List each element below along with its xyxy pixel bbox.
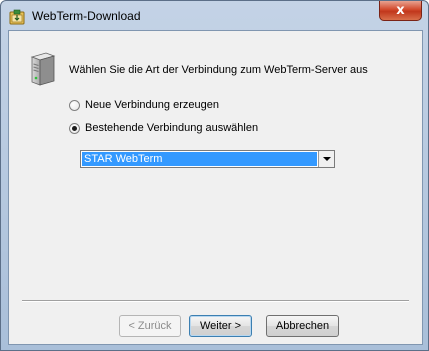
- back-button[interactable]: < Zurück: [119, 315, 181, 337]
- radio-button[interactable]: [69, 100, 80, 111]
- title-bar[interactable]: WebTerm-Download x: [1, 1, 428, 31]
- separator: [22, 300, 409, 302]
- dialog-body: Wählen Sie die Art der Verbindung zum We…: [8, 30, 423, 345]
- close-icon: x: [396, 3, 405, 18]
- cancel-button[interactable]: Abbrechen: [266, 315, 339, 337]
- connection-dropdown[interactable]: STAR WebTerm: [80, 150, 335, 168]
- instruction-text: Wählen Sie die Art der Verbindung zum We…: [69, 64, 368, 76]
- radio-button-selected[interactable]: [69, 123, 80, 134]
- server-icon: [30, 52, 56, 86]
- next-button[interactable]: Weiter >: [189, 315, 252, 337]
- app-download-icon: [9, 9, 25, 25]
- chevron-down-icon: [323, 157, 331, 161]
- radio-label-existing-connection: Bestehende Verbindung auswählen: [85, 122, 259, 134]
- dialog-window: WebTerm-Download x Wählen Sie die Art de…: [0, 0, 429, 351]
- radio-label-new-connection: Neue Verbindung erzeugen: [85, 99, 219, 111]
- radio-dot: [72, 126, 77, 131]
- window-title: WebTerm-Download: [32, 9, 141, 23]
- dropdown-button[interactable]: [318, 151, 334, 167]
- close-button[interactable]: x: [379, 1, 422, 21]
- connection-dropdown-value: STAR WebTerm: [82, 152, 317, 166]
